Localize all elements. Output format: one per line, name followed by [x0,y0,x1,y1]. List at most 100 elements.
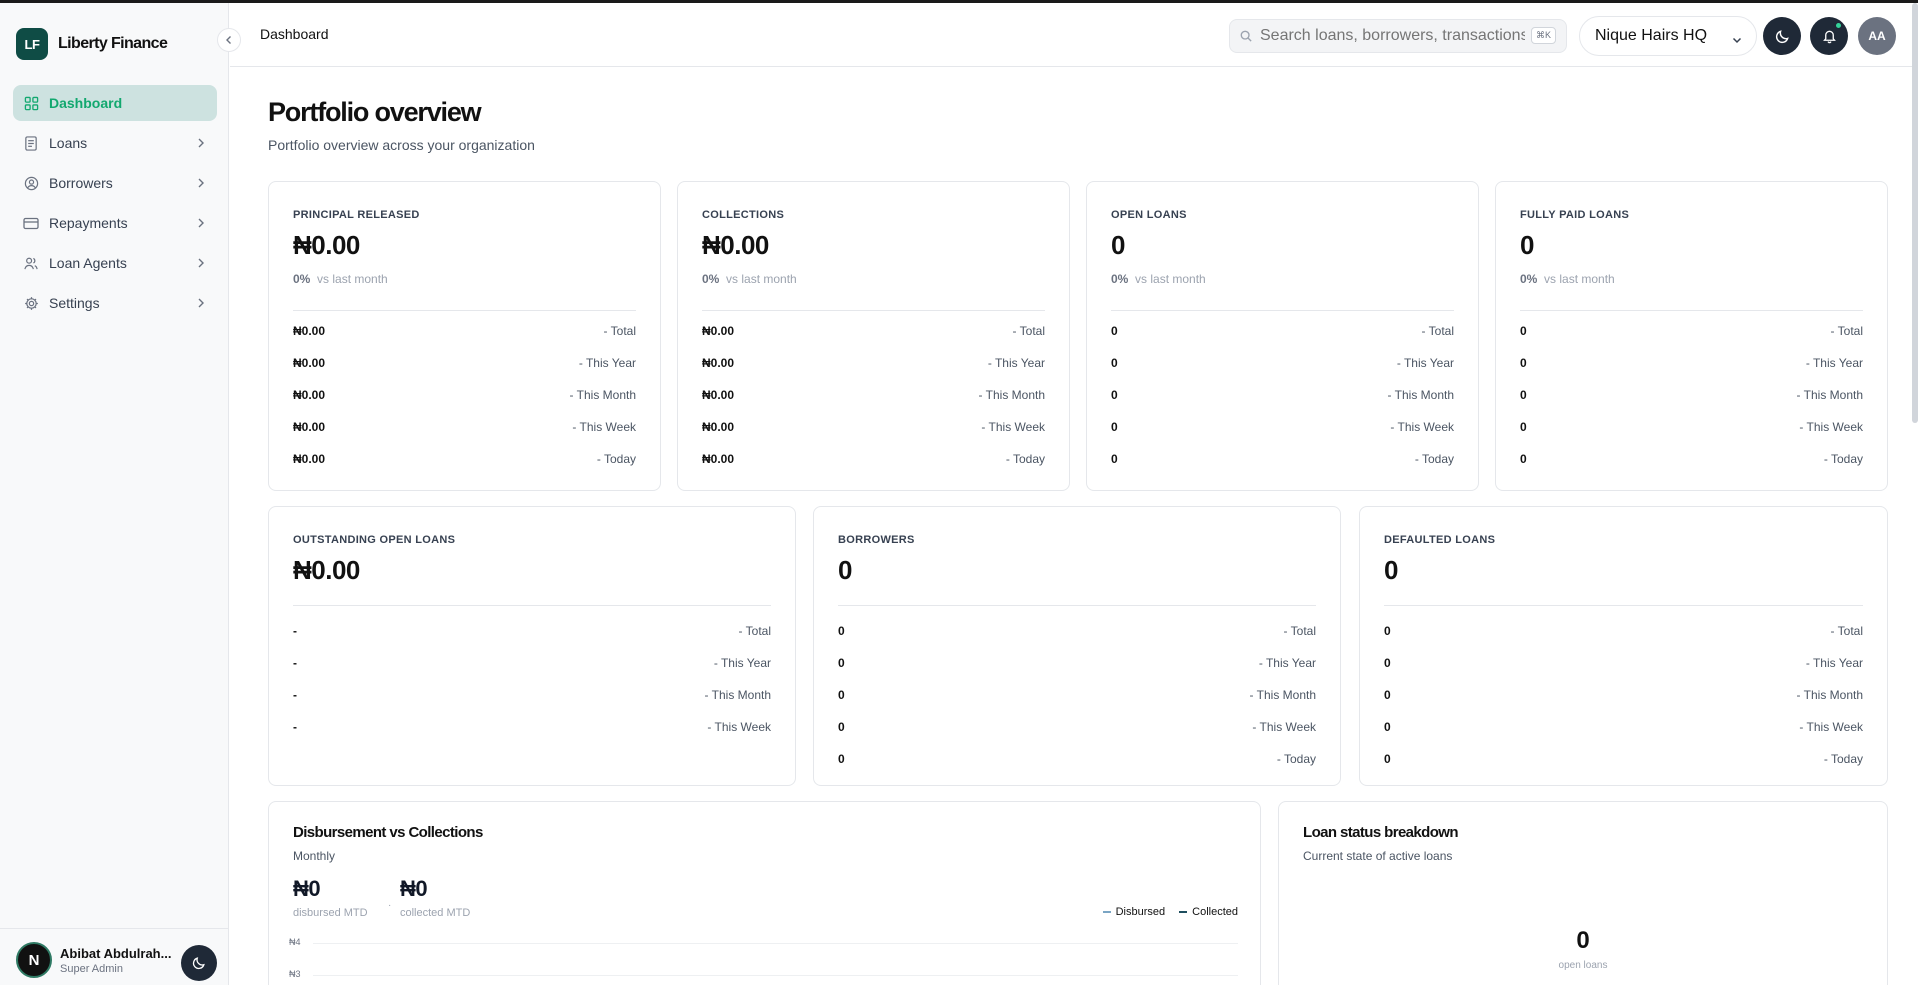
sidebar-item-settings[interactable]: Settings [13,285,217,321]
chevron-right-icon [197,136,205,152]
chevron-right-icon [197,256,205,272]
card-row: 0- This Year [1384,656,1863,670]
gridline [313,943,1238,944]
sidebar-item-repayments[interactable]: Repayments [13,205,217,241]
divider [293,310,636,311]
chevron-right-icon [197,216,205,232]
page-subtitle: Portfolio overview across your organizat… [268,137,535,153]
card-row: 0- This Month [1520,388,1863,402]
sidebar-item-dashboard[interactable]: Dashboard [13,85,217,121]
stat-card-outstanding-open-loans: OUTSTANDING OPEN LOANS ₦0.00 -- Total --… [268,506,796,786]
sidebar-item-borrowers[interactable]: Borrowers [13,165,217,201]
card-row: 0- This Week [1384,720,1863,734]
chevron-right-icon [197,296,205,312]
user-circle-icon [23,175,39,191]
divider [838,605,1316,606]
stat-card-principal-released: PRINCIPAL RELEASED ₦0.00 0% vs last mont… [268,181,661,491]
sidebar-footer-divider [0,928,229,929]
search-shortcut: ⌘K [1530,27,1556,44]
card-delta: 0% vs last month [1111,272,1206,286]
card-row: 0- This Year [1520,356,1863,370]
card-label: FULLY PAID LOANS [1520,209,1630,221]
chevron-down-icon [1732,31,1742,49]
topbar: Dashboard ⌘K Nique Hairs HQ AA [230,3,1918,67]
card-row: 0- Total [1111,324,1454,338]
credit-card-icon [23,215,39,231]
sidebar-item-loan-agents[interactable]: Loan Agents [13,245,217,281]
sidebar-item-label: Borrowers [49,175,113,191]
card-delta: 0% vs last month [1520,272,1615,286]
collapse-sidebar-button[interactable] [217,28,241,52]
card-label: COLLECTIONS [702,209,785,221]
search-icon [1240,30,1252,42]
users-icon [23,255,39,271]
notifications-button[interactable] [1810,17,1848,55]
card-row: ₦0.00- This Month [293,388,636,402]
moon-icon [1775,29,1789,43]
sidebar-item-label: Dashboard [49,95,123,111]
disbursement-chart-card: Disbursement vs Collections Monthly ₦0 d… [268,801,1261,985]
theme-toggle-button[interactable] [181,945,217,981]
card-row: ₦0.00- This Week [702,420,1045,434]
card-row: 0- Today [1520,452,1863,466]
brand[interactable]: LF Liberty Finance [16,28,168,60]
disbursed-mtd-label: disbursed MTD [293,907,368,919]
card-row: 0- This Month [1384,688,1863,702]
chart-legend: Disbursed Collected [1089,906,1238,918]
stat-card-open-loans: OPEN LOANS 0 0% vs last month 0- Total 0… [1086,181,1479,491]
disbursed-mtd-value: ₦0 [293,876,321,901]
sidebar-nav: Dashboard Loans Borrowers Repayments Loa… [13,85,217,325]
card-row: ₦0.00- Total [293,324,636,338]
moon-icon [192,957,205,970]
card-row: 0- This Week [838,720,1316,734]
collected-mtd-label: collected MTD [400,907,471,919]
card-row: 0- Total [838,624,1316,638]
separator-dot: · [388,900,392,911]
sidebar-item-label: Loan Agents [49,255,127,271]
gridline [313,975,1238,976]
card-value: 0 [1111,230,1125,260]
user-name: Abibat Abdulrah... [60,945,172,961]
card-value: ₦0.00 [702,230,769,260]
avatar[interactable]: AA [1858,17,1896,55]
search-input[interactable] [1260,27,1525,45]
divider [1111,310,1454,311]
card-delta: 0% vs last month [293,272,388,286]
org-switcher[interactable]: Nique Hairs HQ [1579,16,1757,56]
grid-icon [23,95,39,111]
card-row: 0- This Month [838,688,1316,702]
open-loans-label: open loans [1558,960,1608,971]
card-row: -- This Month [293,688,771,702]
card-value: 0 [838,555,852,585]
card-row: -- This Week [293,720,771,734]
card-row: 0- This Month [1111,388,1454,402]
sidebar-item-label: Settings [49,295,100,311]
scrollbar[interactable] [1912,3,1918,423]
page-title: Portfolio overview [268,97,482,127]
theme-toggle-button[interactable] [1763,17,1801,55]
notification-dot [1835,22,1842,29]
card-row: 0- Today [1111,452,1454,466]
legend-item-collected: Collected [1179,906,1238,918]
stat-card-defaulted-loans: DEFAULTED LOANS 0 0- Total 0- This Year … [1359,506,1888,786]
sidebar-item-loans[interactable]: Loans [13,125,217,161]
card-row: 0- This Year [1111,356,1454,370]
user-role: Super Admin [60,962,123,975]
bell-icon [1822,30,1836,44]
card-row: ₦0.00- This Year [702,356,1045,370]
card-row: 0- Today [1384,752,1863,766]
card-label: OUTSTANDING OPEN LOANS [293,534,456,546]
user-profile[interactable]: N Abibat Abdulrah... Super Admin [16,942,178,978]
search-box[interactable]: ⌘K [1229,19,1567,53]
sidebar-item-label: Repayments [49,215,128,231]
chevron-left-icon [226,36,231,44]
card-label: BORROWERS [838,534,915,546]
collected-mtd-value: ₦0 [400,876,428,901]
gear-icon [23,295,39,311]
stat-card-fully-paid-loans: FULLY PAID LOANS 0 0% vs last month 0- T… [1495,181,1888,491]
card-row: ₦0.00- This Month [702,388,1045,402]
card-value: 0 [1384,555,1398,585]
y-tick-label: ₦4 [289,937,301,947]
brand-logo: LF [16,28,48,60]
avatar: N [16,942,52,978]
